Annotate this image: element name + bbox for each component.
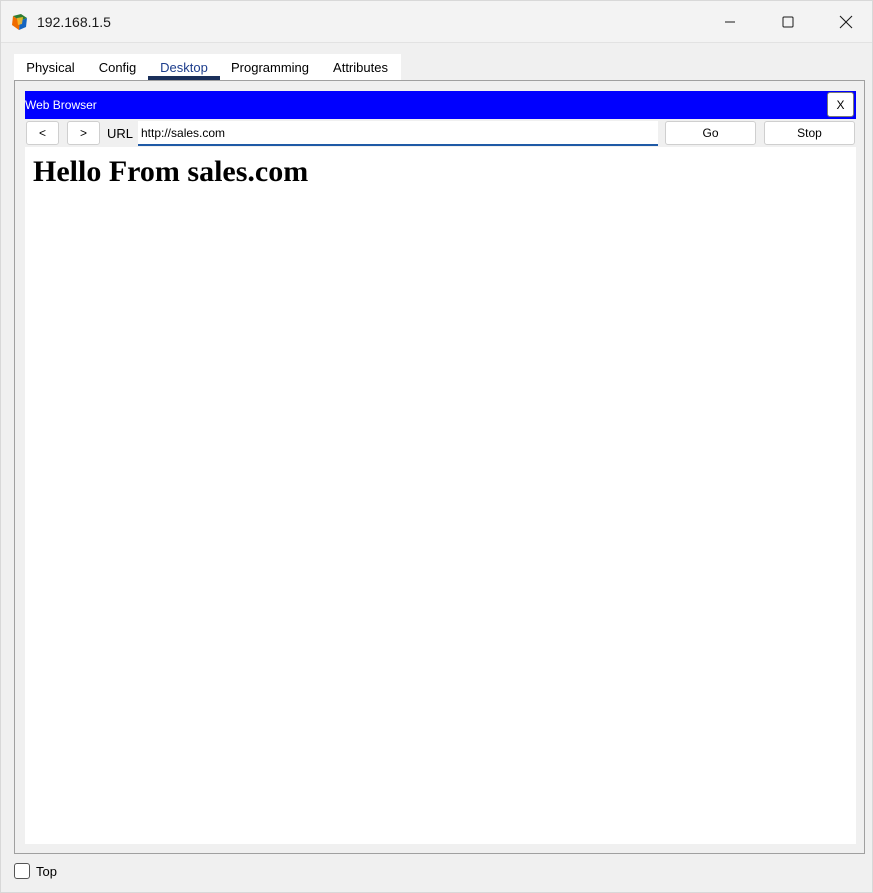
top-checkbox-row: Top bbox=[14, 861, 57, 881]
close-button[interactable] bbox=[817, 1, 873, 43]
maximize-icon bbox=[782, 16, 794, 28]
app-icon bbox=[11, 13, 29, 31]
url-input[interactable] bbox=[138, 121, 658, 146]
stop-button[interactable]: Stop bbox=[764, 121, 855, 145]
browser-page-view[interactable]: Hello From sales.com bbox=[25, 147, 856, 844]
tab-label: Desktop bbox=[160, 59, 208, 75]
tab-label: Programming bbox=[230, 59, 310, 75]
minimize-button[interactable] bbox=[701, 1, 759, 43]
tab-attributes[interactable]: Attributes bbox=[320, 54, 401, 80]
web-browser-title: Web Browser bbox=[25, 98, 97, 112]
desktop-panel: Web Browser X < > URL Go Stop Hello From… bbox=[14, 80, 865, 854]
tab-desktop[interactable]: Desktop bbox=[148, 54, 220, 80]
top-checkbox[interactable] bbox=[14, 863, 30, 879]
close-icon bbox=[839, 15, 853, 29]
web-browser-close-button[interactable]: X bbox=[827, 92, 854, 117]
forward-button[interactable]: > bbox=[67, 121, 100, 145]
tab-label: Physical bbox=[26, 59, 75, 75]
title-bar[interactable]: 192.168.1.5 bbox=[1, 1, 872, 43]
tab-programming[interactable]: Programming bbox=[220, 54, 320, 80]
app-window: 192.168.1.5 Physical Config Desktop Prog… bbox=[0, 0, 873, 893]
go-button[interactable]: Go bbox=[665, 121, 756, 145]
top-label: Top bbox=[36, 863, 57, 879]
url-label: URL bbox=[107, 126, 134, 141]
back-button[interactable]: < bbox=[26, 121, 59, 145]
tab-label: Attributes bbox=[333, 59, 388, 75]
tab-config[interactable]: Config bbox=[87, 54, 148, 80]
window-title: 192.168.1.5 bbox=[37, 14, 111, 30]
web-browser-header: Web Browser X bbox=[25, 91, 856, 119]
maximize-button[interactable] bbox=[759, 1, 817, 43]
browser-navbar: < > URL Go Stop bbox=[25, 119, 856, 147]
tab-bar: Physical Config Desktop Programming Attr… bbox=[14, 54, 401, 80]
tab-physical[interactable]: Physical bbox=[14, 54, 87, 80]
minimize-icon bbox=[725, 21, 735, 23]
page-heading: Hello From sales.com bbox=[33, 155, 309, 188]
tab-label: Config bbox=[98, 59, 137, 75]
